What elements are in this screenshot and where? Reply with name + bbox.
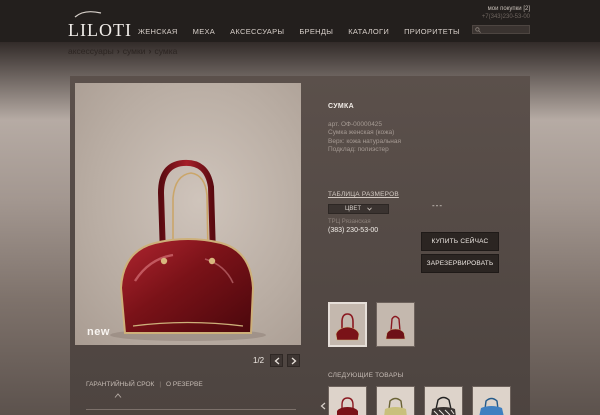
site-header: LILOTI ЖЕНСКАЯ МЕХА АКСЕССУАРЫ БРЕНДЫ КА… [0,0,600,42]
store-phone: (383) 230-53-00 [328,227,379,234]
reserve-button[interactable]: ЗАРЕЗЕРВИРОВАТЬ [421,254,499,273]
gallery-prev-button[interactable] [270,354,284,367]
bag-thumbnail-icon [337,397,358,415]
chevron-left-icon [274,357,280,364]
gallery-pager: 1/2 [253,354,301,367]
breadcrumb: аксессуары › сумки › сумка [68,46,177,56]
breadcrumb-item[interactable]: аксессуары [68,46,114,56]
bag-thumbnail-icon [385,315,406,340]
gallery-thumbnail[interactable] [376,302,415,347]
gallery-thumbnail[interactable] [328,302,367,347]
next-product-thumbnail[interactable] [376,386,415,415]
bag-image-icon [110,159,266,341]
product-material-outer: Верх: кожа натуральная [328,137,402,145]
nav-item-fur[interactable]: МЕХА [193,27,215,36]
info-tabs: ГАРАНТИЙНЫЙ СРОК | О РЕЗЕРВЕ [86,381,203,388]
chevron-left-icon[interactable] [320,402,326,410]
product-description: арт. ОФ-00000425 Сумка женская (кожа) Ве… [328,121,401,154]
product-title: СУМКА [328,103,354,110]
store-name: ТРЦ Рязанская [328,219,371,225]
product-material-lining: Подклад: полиэстер [328,145,389,153]
bag-thumbnail-icon [384,397,407,415]
product-sku: арт. ОФ-00000425 [328,121,383,128]
breadcrumb-chevron-icon: › [148,46,152,56]
nav-item-priorities[interactable]: ПРИОРИТЕТЫ [404,27,460,36]
gallery-next-button[interactable] [287,354,301,367]
nav-item-accessories[interactable]: АКСЕССУАРЫ [230,27,284,36]
nav-item-catalogs[interactable]: КАТАЛОГИ [348,27,389,36]
breadcrumb-item[interactable]: сумки [123,46,146,56]
next-product-thumbnail[interactable] [328,386,367,415]
cart-link[interactable]: мои покупки [2] [482,6,530,12]
logo-swoosh-icon [74,11,102,18]
color-select[interactable]: ЦВЕТ [328,204,389,214]
bag-thumbnail-icon [431,396,456,415]
gallery-counter: 1/2 [253,356,265,365]
breadcrumb-chevron-icon: › [116,46,120,56]
product-info: СУМКА [328,103,354,110]
tab-divider: | [159,381,162,388]
tab-reserve-info[interactable]: О РЕЗЕРВЕ [166,381,203,388]
tab-divider-line [86,409,296,410]
color-value-placeholder: --- [432,201,443,210]
bag-thumbnail-icon [335,313,360,341]
main-nav: ЖЕНСКАЯ МЕХА АКСЕССУАРЫ БРЕНДЫ КАТАЛОГИ … [138,27,460,36]
chevron-down-icon [367,207,372,211]
next-products-label: СЛЕДУЮЩИЕ ТОВАРЫ [328,372,404,379]
product-type: Сумка женская (кожа) [328,129,395,137]
buy-now-button[interactable]: КУПИТЬ СЕЙЧАС [421,232,499,251]
new-badge: new [87,326,110,338]
next-product-thumbnail[interactable] [424,386,463,415]
product-main-image[interactable]: new [75,83,301,345]
size-table-link[interactable]: ТАБЛИЦА РАЗМЕРОВ [328,191,399,198]
tab-indicator-icon [114,393,122,398]
bag-thumbnail-icon [479,397,504,415]
color-select-label: ЦВЕТ [344,206,362,212]
search-icon [475,27,481,33]
chevron-right-icon [291,357,297,364]
nav-item-brands[interactable]: БРЕНДЫ [299,27,333,36]
search-input[interactable] [472,25,530,34]
header-phone: +7(343)230-53-00 [481,14,530,20]
header-utility: мои покупки [2] +7(343)230-53-00 [482,6,530,20]
tab-warranty[interactable]: ГАРАНТИЙНЫЙ СРОК [86,381,154,388]
nav-item-women[interactable]: ЖЕНСКАЯ [138,27,178,36]
next-product-thumbnail[interactable] [472,386,511,415]
logo[interactable]: LILOTI [68,10,131,40]
logo-text: LILOTI [68,20,132,40]
breadcrumb-item-current: сумка [154,46,178,56]
